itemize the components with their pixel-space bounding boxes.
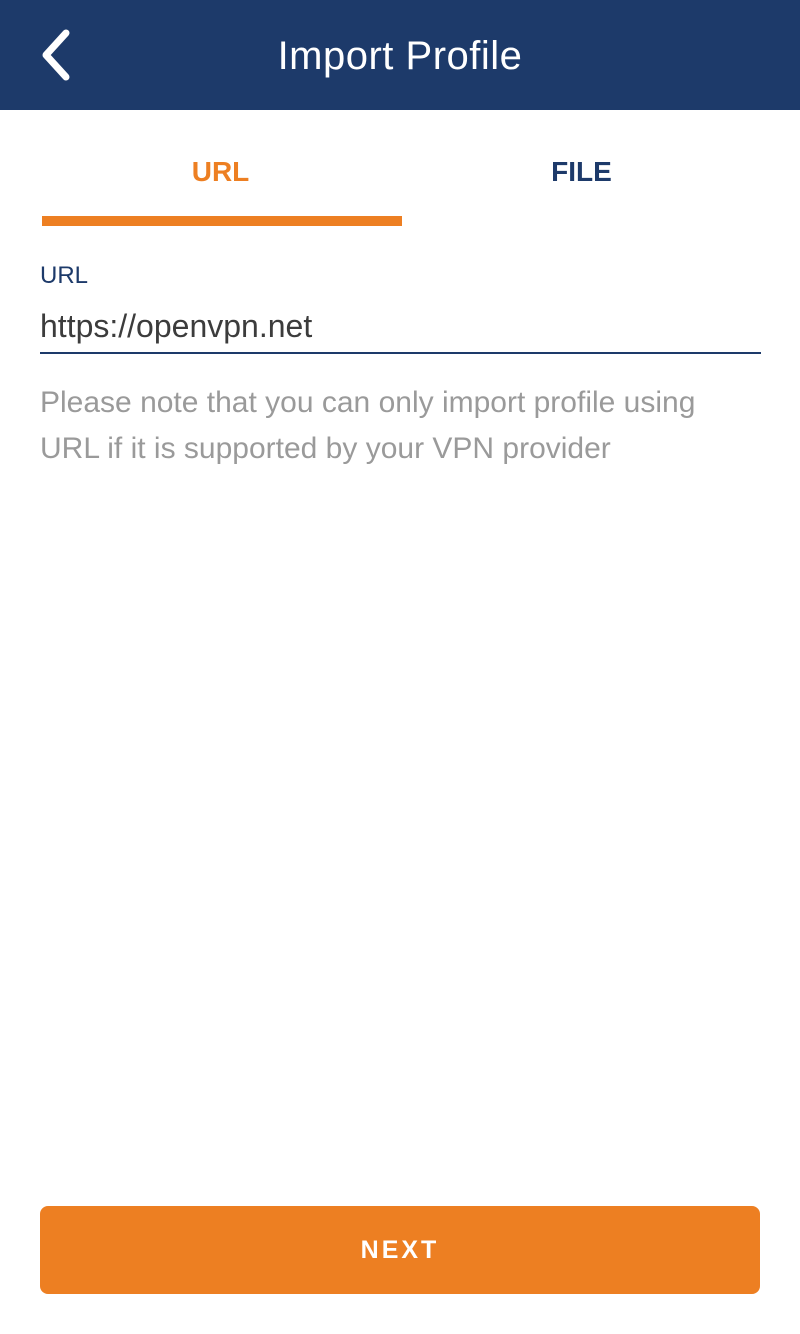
- page-title: Import Profile: [277, 34, 523, 78]
- tab-bar: URL FILE: [40, 110, 762, 228]
- next-button[interactable]: NEXT: [40, 1206, 760, 1294]
- import-note-text: Please note that you can only import pro…: [40, 386, 696, 465]
- import-profile-screen: Import Profile URL FILE URL Please note …: [0, 0, 800, 1334]
- tab-file-label: FILE: [551, 156, 612, 187]
- tab-file[interactable]: FILE: [401, 110, 762, 228]
- tab-url[interactable]: URL: [40, 110, 402, 228]
- header-bar: Import Profile: [0, 0, 800, 110]
- tab-url-label: URL: [191, 156, 250, 187]
- url-field-label: URL: [40, 262, 89, 289]
- url-input[interactable]: [40, 300, 761, 354]
- active-tab-indicator: [42, 216, 402, 226]
